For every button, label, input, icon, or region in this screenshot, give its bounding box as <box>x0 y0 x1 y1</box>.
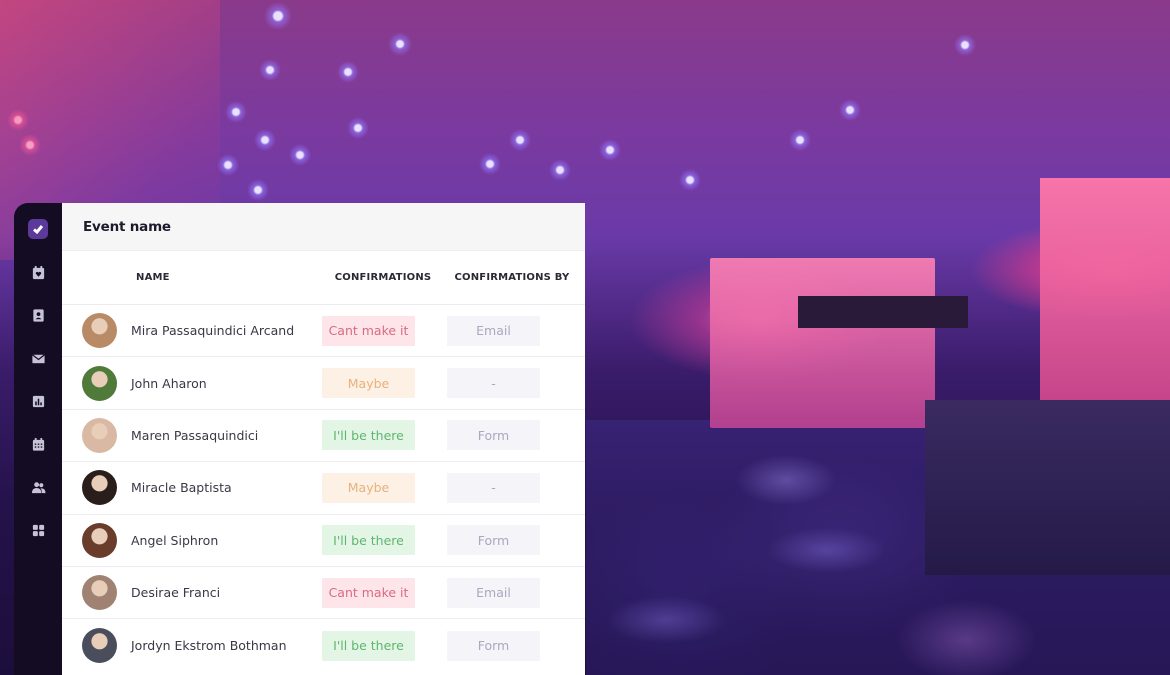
table-row[interactable]: Maren Passaquindici I'll be there Form <box>62 410 585 463</box>
guest-name: Jordyn Ekstrom Bothman <box>131 638 287 654</box>
confirmation-status-badge[interactable]: Maybe <box>322 368 415 399</box>
table-row[interactable]: Desirae Franci Cant make it Email <box>62 567 585 620</box>
confirmation-status-badge[interactable]: Maybe <box>322 472 415 503</box>
sidebar-item-contacts[interactable] <box>28 305 48 325</box>
sidebar-item-reports[interactable] <box>28 391 48 411</box>
confirmation-method-badge: Form <box>447 525 540 556</box>
guest-name: Maren Passaquindici <box>131 427 259 443</box>
apps-grid-icon <box>32 524 44 536</box>
calendar-heart-icon <box>32 265 44 279</box>
table-row[interactable]: Miracle Baptista Maybe - <box>62 462 585 515</box>
table-row[interactable]: Mira Passaquindici Arcand Cant make it Ema… <box>62 305 585 358</box>
guest-name: Desirae Franci <box>131 585 221 601</box>
sidebar-item-apps[interactable] <box>28 520 48 540</box>
check-icon <box>33 225 44 235</box>
avatar <box>82 628 117 664</box>
background-booth-canopy <box>798 296 968 328</box>
users-icon <box>31 481 46 493</box>
confirmations-panel: Event name NAME CONFIRMATIONS CONFIRMATI… <box>62 203 585 675</box>
confirmation-method-badge: Email <box>447 577 540 608</box>
avatar <box>82 417 117 453</box>
guest-list: Mira Passaquindici Arcand Cant make it Ema… <box>62 305 585 672</box>
guest-name: Mira Passaquindici Arcand <box>131 323 295 339</box>
event-name-title: Event name <box>83 218 171 235</box>
sidebar-item-events[interactable] <box>28 262 48 282</box>
confirmation-status-badge[interactable]: I'll be there <box>322 420 415 451</box>
background-counter <box>925 400 1170 575</box>
sidebar-item-calendar[interactable] <box>28 434 48 454</box>
guest-name: Angel Siphron <box>131 532 219 548</box>
sidebar <box>14 203 62 675</box>
sidebar-item-guests[interactable] <box>28 477 48 497</box>
avatar <box>82 365 117 401</box>
background-booth <box>710 258 935 428</box>
background-pink-wall <box>1040 178 1170 418</box>
column-header-confirmations[interactable]: CONFIRMATIONS <box>322 272 444 283</box>
confirmation-status-badge[interactable]: Cant make it <box>322 577 415 608</box>
confirmation-method-badge: Form <box>447 630 540 661</box>
confirmation-method-badge: - <box>447 368 540 399</box>
confirmation-status-badge[interactable]: I'll be there <box>322 630 415 661</box>
confirmation-method-badge: - <box>447 472 540 503</box>
confirmation-method-badge: Email <box>447 315 540 346</box>
avatar <box>82 470 117 506</box>
table-row[interactable]: Jordyn Ekstrom Bothman I'll be there Form <box>62 619 585 671</box>
sidebar-item-confirmations[interactable] <box>28 219 48 239</box>
envelope-icon <box>31 353 45 363</box>
avatar <box>82 575 117 611</box>
sidebar-item-messages[interactable] <box>28 348 48 368</box>
column-header-confirmations-by[interactable]: CONFIRMATIONS BY <box>444 272 574 283</box>
confirmation-status-badge[interactable]: Cant make it <box>322 315 415 346</box>
guest-name: John Aharon <box>131 375 207 391</box>
table-row[interactable]: John Aharon Maybe - <box>62 357 585 410</box>
confirmation-method-badge: Form <box>447 420 540 451</box>
contacts-book-icon <box>32 308 44 322</box>
confirmation-status-badge[interactable]: I'll be there <box>322 525 415 556</box>
avatar <box>82 522 117 558</box>
bar-chart-icon <box>32 395 44 407</box>
panel-header: Event name <box>62 203 585 251</box>
calendar-grid-icon <box>32 437 44 451</box>
guest-name: Miracle Baptista <box>131 480 232 496</box>
table-row[interactable]: Angel Siphron I'll be there Form <box>62 515 585 567</box>
column-header-name[interactable]: NAME <box>62 272 322 283</box>
table-header: NAME CONFIRMATIONS CONFIRMATIONS BY <box>62 251 585 305</box>
avatar <box>82 313 117 349</box>
